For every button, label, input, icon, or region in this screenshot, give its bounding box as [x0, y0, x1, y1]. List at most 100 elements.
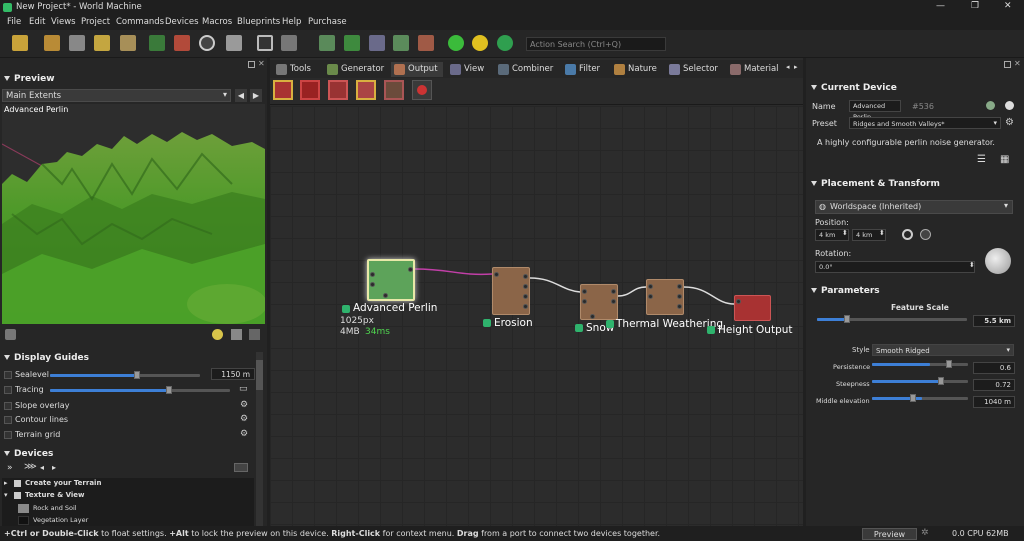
tab-generator[interactable]: Generator	[324, 62, 388, 77]
action-search-input[interactable]: Action Search (Ctrl+Q)	[526, 37, 666, 51]
image-icon[interactable]	[393, 35, 409, 51]
disable-icon[interactable]	[249, 329, 260, 340]
display-guides-header[interactable]: Display Guides	[4, 353, 89, 363]
sealevel-value[interactable]: 1150 m	[211, 368, 255, 380]
style-dropdown[interactable]: Smooth Ridged ▾	[872, 344, 1014, 356]
green-status-icon[interactable]	[448, 35, 464, 51]
tab-scroll-right-icon[interactable]: ▸	[794, 63, 798, 71]
render-icon[interactable]	[231, 329, 242, 340]
tool-icon[interactable]	[120, 35, 136, 51]
device-color-icon[interactable]	[1005, 101, 1014, 110]
grid-settings-gear-icon[interactable]: ⚙	[240, 429, 248, 439]
scrollbar[interactable]	[256, 352, 263, 526]
thermal-input-port[interactable]	[648, 294, 653, 299]
minimize-button[interactable]: —	[936, 1, 945, 11]
rotation-dial[interactable]	[985, 248, 1011, 274]
menu-macros[interactable]: Macros	[202, 17, 232, 27]
globe-icon[interactable]	[497, 35, 513, 51]
snow-bottom-port[interactable]	[590, 314, 595, 319]
terrain-icon[interactable]	[174, 35, 190, 51]
snow-output-port[interactable]	[611, 289, 616, 294]
snow-input-port[interactable]	[582, 299, 587, 304]
tree-expand-icon[interactable]: ▸	[4, 479, 8, 487]
layer-output-device-icon[interactable]	[384, 80, 404, 100]
thermal-input-port[interactable]	[648, 284, 653, 289]
tree-collapse-icon[interactable]: ▾	[4, 491, 8, 499]
steepness-value[interactable]: 0.72	[973, 379, 1015, 391]
yellow-status-icon[interactable]	[472, 35, 488, 51]
close-right-panel-icon[interactable]: ✕	[1014, 59, 1021, 68]
close-panel-icon[interactable]: ✕	[258, 59, 265, 68]
close-button[interactable]: ✕	[1004, 1, 1012, 11]
perlin-output-port[interactable]	[408, 267, 413, 272]
preview-header[interactable]: Preview	[4, 74, 55, 84]
worldspace-dropdown[interactable]: ◍ Worldspace (Inherited) ▾	[815, 200, 1013, 214]
tab-combiner[interactable]: Combiner	[495, 62, 559, 77]
new-project-icon[interactable]	[12, 35, 28, 51]
current-device-header[interactable]: Current Device	[811, 83, 897, 93]
sphere-icon[interactable]	[369, 35, 385, 51]
menu-devices[interactable]: Devices	[165, 17, 199, 27]
tiles-icon[interactable]	[344, 35, 360, 51]
menu-views[interactable]: Views	[51, 17, 76, 27]
menu-file[interactable]: File	[7, 17, 21, 27]
layout-icon[interactable]	[257, 35, 273, 51]
persistence-value[interactable]: 0.6	[973, 362, 1015, 374]
open-project-icon[interactable]	[44, 35, 60, 51]
steepness-slider[interactable]	[872, 377, 968, 385]
tab-filter[interactable]: Filter	[562, 62, 609, 77]
device-status-icon[interactable]	[986, 101, 995, 110]
extents-dropdown[interactable]: Main Extents ▾	[2, 89, 231, 102]
float-icon-right[interactable]	[1004, 61, 1011, 68]
lightbulb-icon[interactable]	[212, 329, 223, 340]
snow-input-port[interactable]	[582, 289, 587, 294]
folder-icon[interactable]: ▭	[239, 384, 248, 394]
menu-edit[interactable]: Edit	[29, 17, 45, 27]
middle-elevation-value[interactable]: 1040 m	[973, 396, 1015, 408]
preview-mode-icon[interactable]	[5, 329, 16, 340]
device-graph-canvas[interactable]: Advanced Perlin 1025px 4MB 34ms Erosion …	[270, 106, 803, 526]
build-icon[interactable]	[226, 35, 242, 51]
graph-icon[interactable]	[149, 35, 165, 51]
menu-help[interactable]: Help	[282, 17, 301, 27]
target-icon[interactable]	[902, 229, 913, 240]
perlin-input-port[interactable]	[370, 272, 375, 277]
contour-settings-gear-icon[interactable]: ⚙	[240, 414, 248, 424]
rotation-field[interactable]: 0.0°	[815, 261, 975, 273]
thermal-output-port[interactable]	[677, 284, 682, 289]
forward-icon[interactable]: ▸	[52, 463, 56, 472]
tree-item-texture-view[interactable]: Texture & View	[25, 491, 85, 499]
feature-scale-slider[interactable]	[817, 315, 967, 323]
tab-material[interactable]: Material	[727, 62, 783, 77]
prev-arrow-button[interactable]: ◀	[235, 89, 247, 102]
export-device-icon[interactable]	[412, 80, 432, 100]
terrain-grid-checkbox[interactable]	[4, 431, 12, 439]
tree-item-create-terrain[interactable]: Create your Terrain	[25, 479, 101, 487]
export-icon[interactable]	[418, 35, 434, 51]
erosion-output-port[interactable]	[523, 304, 528, 309]
file-output-device-icon[interactable]	[300, 80, 320, 100]
menu-commands[interactable]: Commands	[116, 17, 164, 27]
grid-layout-icon[interactable]	[281, 35, 297, 51]
float-icon[interactable]	[248, 61, 255, 68]
erosion-output-port[interactable]	[523, 294, 528, 299]
tracing-slider[interactable]	[50, 386, 230, 394]
height-input-port[interactable]	[736, 299, 741, 304]
pick-icon[interactable]	[920, 229, 931, 240]
mesh-output-device-icon[interactable]	[328, 80, 348, 100]
maximize-button[interactable]: ❐	[971, 1, 979, 11]
contour-lines-checkbox[interactable]	[4, 416, 12, 424]
lock-icon[interactable]	[234, 463, 248, 472]
middle-elevation-slider[interactable]	[872, 394, 968, 402]
node-advanced-perlin[interactable]	[367, 259, 415, 301]
rotation-stepper[interactable]: ⬍	[969, 261, 975, 269]
thermal-output-port[interactable]	[677, 294, 682, 299]
menu-purchase[interactable]: Purchase	[308, 17, 347, 27]
sliders-icon[interactable]: ☰	[977, 154, 986, 165]
collapse-icon[interactable]: ⋙	[24, 462, 37, 472]
persistence-slider[interactable]	[872, 360, 968, 368]
tab-output[interactable]: Output	[391, 62, 443, 77]
parameters-header[interactable]: Parameters	[811, 286, 880, 296]
preset-dropdown[interactable]: Ridges and Smooth Valleys* ▾	[849, 117, 1001, 129]
tab-selector[interactable]: Selector	[666, 62, 725, 77]
